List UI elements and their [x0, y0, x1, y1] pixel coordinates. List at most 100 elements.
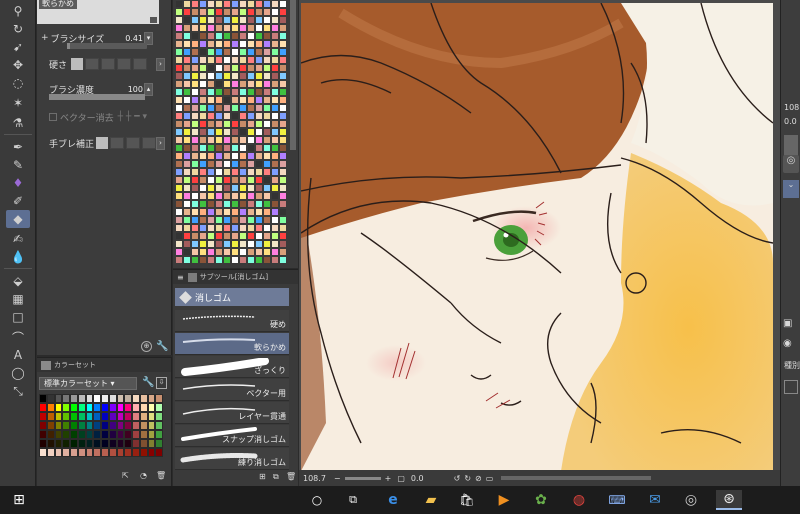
eraser-tab-icon[interactable]	[187, 272, 197, 282]
palette-swatch[interactable]	[191, 160, 199, 168]
palette-swatch[interactable]	[191, 32, 199, 40]
palette-swatch[interactable]	[255, 0, 263, 8]
palette-swatch[interactable]	[199, 32, 207, 40]
palette-swatch[interactable]	[207, 152, 215, 160]
stabilization-level-4[interactable]	[142, 137, 157, 149]
palette-swatch[interactable]	[231, 136, 239, 144]
color-set-swatch[interactable]	[147, 403, 156, 412]
color-set-swatch[interactable]	[101, 448, 109, 457]
palette-swatch[interactable]	[231, 96, 239, 104]
palette-swatch[interactable]	[175, 168, 183, 176]
palette-swatch[interactable]	[247, 144, 255, 152]
palette-swatch[interactable]	[271, 80, 279, 88]
palette-swatch[interactable]	[215, 160, 223, 168]
plus-icon[interactable]: +	[41, 33, 49, 43]
palette-swatch[interactable]	[223, 24, 231, 32]
palette-swatch[interactable]	[191, 80, 199, 88]
palette-swatch[interactable]	[175, 240, 183, 248]
palette-swatch[interactable]	[271, 128, 279, 136]
color-set-swatch[interactable]	[77, 403, 86, 412]
palette-swatch[interactable]	[215, 72, 223, 80]
palette-swatch[interactable]	[183, 24, 191, 32]
palette-swatch[interactable]	[199, 224, 207, 232]
lasso-tool-icon[interactable]: ◌	[6, 74, 30, 92]
color-set-swatch[interactable]	[124, 394, 132, 403]
import-icon[interactable]: ⇩	[156, 377, 167, 389]
palette-swatch[interactable]	[175, 216, 183, 224]
palette-swatch[interactable]	[215, 128, 223, 136]
palette-swatch[interactable]	[231, 48, 239, 56]
palette-swatch[interactable]	[279, 8, 287, 16]
palette-swatch[interactable]	[231, 72, 239, 80]
palette-swatch[interactable]	[239, 48, 247, 56]
color-set-swatch[interactable]	[108, 394, 117, 403]
color-set-swatch[interactable]	[139, 403, 148, 412]
palette-swatch[interactable]	[223, 8, 231, 16]
blend-tool-icon[interactable]: ✍	[6, 230, 30, 248]
color-set-swatch[interactable]	[85, 421, 94, 430]
palette-swatch[interactable]	[279, 104, 287, 112]
palette-swatch[interactable]	[207, 80, 215, 88]
keyboard-app-icon[interactable]: ⌨	[606, 490, 628, 510]
color-set-swatch[interactable]	[85, 448, 94, 457]
palette-swatch[interactable]	[271, 56, 279, 64]
palette-swatch[interactable]	[279, 152, 287, 160]
palette-swatch[interactable]	[215, 152, 223, 160]
mail-icon[interactable]: ✉	[644, 490, 666, 510]
palette-swatch[interactable]	[247, 232, 255, 240]
palette-swatch[interactable]	[255, 192, 263, 200]
palette-swatch[interactable]	[207, 0, 215, 8]
palette-swatch[interactable]	[207, 40, 215, 48]
palette-swatch[interactable]	[223, 224, 231, 232]
color-set-swatch[interactable]	[77, 448, 86, 457]
palette-swatch[interactable]	[279, 64, 287, 72]
hardness-level-2[interactable]	[85, 58, 100, 70]
palette-swatch[interactable]	[215, 256, 223, 264]
rotate-left-icon[interactable]: ↺	[454, 474, 461, 483]
palette-swatch[interactable]	[183, 160, 191, 168]
palette-swatch[interactable]	[215, 40, 223, 48]
subtool-item-through-layers[interactable]: レイヤー貫通	[175, 402, 289, 424]
palette-swatch[interactable]	[223, 208, 231, 216]
palette-swatch[interactable]	[183, 104, 191, 112]
palette-swatch[interactable]	[255, 72, 263, 80]
palette-swatch[interactable]	[255, 128, 263, 136]
palette-grid[interactable]	[175, 0, 287, 264]
palette-swatch[interactable]	[247, 120, 255, 128]
rotate-tool-icon[interactable]: ↻	[6, 20, 30, 38]
palette-swatch[interactable]	[271, 104, 279, 112]
palette-swatch[interactable]	[247, 184, 255, 192]
palette-swatch[interactable]	[183, 0, 191, 8]
palette-swatch[interactable]	[239, 8, 247, 16]
clip-studio-paint-icon[interactable]: ⊛	[716, 490, 742, 510]
palette-swatch[interactable]	[239, 152, 247, 160]
palette-swatch[interactable]	[175, 64, 183, 72]
palette-swatch[interactable]	[279, 0, 287, 8]
subtool-item-rough[interactable]: ざっくり	[175, 356, 289, 378]
palette-swatch[interactable]	[263, 40, 271, 48]
palette-swatch[interactable]	[215, 184, 223, 192]
palette-swatch[interactable]	[239, 120, 247, 128]
palette-swatch[interactable]	[263, 88, 271, 96]
palette-swatch[interactable]	[279, 48, 287, 56]
palette-swatch[interactable]	[279, 120, 287, 128]
color-set-swatch[interactable]	[101, 403, 109, 412]
palette-swatch[interactable]	[199, 72, 207, 80]
color-set-swatch[interactable]	[132, 394, 140, 403]
palette-swatch[interactable]	[247, 128, 255, 136]
palette-swatch[interactable]	[279, 24, 287, 32]
color-set-swatch[interactable]	[70, 394, 78, 403]
color-set-swatch[interactable]	[85, 412, 94, 421]
palette-swatch[interactable]	[263, 152, 271, 160]
color-set-swatch[interactable]	[116, 439, 125, 448]
palette-swatch[interactable]	[183, 256, 191, 264]
palette-swatch[interactable]	[279, 40, 287, 48]
palette-swatch[interactable]	[183, 200, 191, 208]
palette-swatch[interactable]	[279, 192, 287, 200]
palette-swatch[interactable]	[239, 184, 247, 192]
palette-swatch[interactable]	[191, 72, 199, 80]
palette-swatch[interactable]	[191, 216, 199, 224]
palette-swatch[interactable]	[199, 176, 207, 184]
palette-swatch[interactable]	[255, 176, 263, 184]
palette-swatch[interactable]	[271, 112, 279, 120]
